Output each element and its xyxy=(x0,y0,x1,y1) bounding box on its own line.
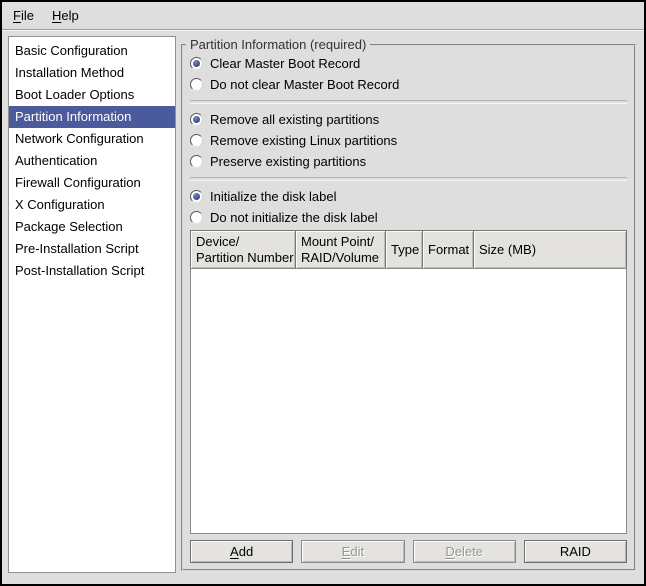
menubar-separator xyxy=(2,29,644,31)
sidebar-item-installation-method[interactable]: Installation Method xyxy=(9,62,175,84)
kickstart-configurator-window: File Help Basic Configuration Installati… xyxy=(0,0,646,586)
sidebar-item-boot-loader-options[interactable]: Boot Loader Options xyxy=(9,84,175,106)
partition-list-area[interactable] xyxy=(190,268,627,534)
delete-button[interactable]: Delete xyxy=(413,540,516,563)
radio-row-remove-all-partitions[interactable]: Remove all existing partitions xyxy=(190,109,627,130)
menu-help-label: elp xyxy=(61,8,78,23)
radio-no-initialize-disk-label-label[interactable]: Do not initialize the disk label xyxy=(210,210,378,225)
radio-row-remove-linux-partitions[interactable]: Remove existing Linux partitions xyxy=(190,130,627,151)
add-button-label: dd xyxy=(239,544,253,559)
radio-preserve-partitions-label[interactable]: Preserve existing partitions xyxy=(210,154,366,169)
raid-button-label: RAID xyxy=(560,544,591,559)
delete-button-label: elete xyxy=(455,544,483,559)
radio-preserve-partitions-icon[interactable] xyxy=(190,155,203,168)
column-header-line: RAID/Volume xyxy=(301,250,380,266)
separator xyxy=(190,177,627,181)
delete-button-mnemonic: D xyxy=(445,544,454,559)
radio-remove-all-partitions-icon[interactable] xyxy=(190,113,203,126)
column-header-mount-point-raid-volume[interactable]: Mount Point/ RAID/Volume xyxy=(295,230,386,269)
separator xyxy=(190,100,627,104)
radio-no-clear-mbr-label[interactable]: Do not clear Master Boot Record xyxy=(210,77,399,92)
radio-initialize-disk-label-label[interactable]: Initialize the disk label xyxy=(210,189,336,204)
column-header-line: Mount Point/ xyxy=(301,234,380,250)
radio-no-initialize-disk-label-icon[interactable] xyxy=(190,211,203,224)
menubar: File Help xyxy=(2,2,644,29)
category-list: Basic Configuration Installation Method … xyxy=(8,36,176,573)
radio-initialize-disk-label-icon[interactable] xyxy=(190,190,203,203)
menu-file[interactable]: File xyxy=(4,4,43,27)
sidebar-item-pre-installation-script[interactable]: Pre-Installation Script xyxy=(9,238,175,260)
radio-row-preserve-partitions[interactable]: Preserve existing partitions xyxy=(190,151,627,172)
sidebar-item-x-configuration[interactable]: X Configuration xyxy=(9,194,175,216)
menu-file-label: ile xyxy=(21,8,34,23)
radio-clear-mbr-icon[interactable] xyxy=(190,57,203,70)
radio-remove-linux-partitions-icon[interactable] xyxy=(190,134,203,147)
sidebar-item-basic-configuration[interactable]: Basic Configuration xyxy=(9,40,175,62)
column-header-device-partition-number[interactable]: Device/ Partition Number xyxy=(190,230,296,269)
edit-button-label: dit xyxy=(350,544,364,559)
add-button[interactable]: Add xyxy=(190,540,293,563)
sidebar-item-partition-information[interactable]: Partition Information xyxy=(9,106,175,128)
column-header-line: Partition Number xyxy=(196,250,290,266)
column-header-line: Size (MB) xyxy=(479,242,621,258)
button-row: Add Edit Delete RAID xyxy=(190,540,627,563)
column-header-type[interactable]: Type xyxy=(385,230,423,269)
radio-clear-mbr-label[interactable]: Clear Master Boot Record xyxy=(210,56,360,71)
radio-row-no-initialize-disk-label[interactable]: Do not initialize the disk label xyxy=(190,207,627,228)
sidebar-item-firewall-configuration[interactable]: Firewall Configuration xyxy=(9,172,175,194)
partition-table: Device/ Partition Number Mount Point/ RA… xyxy=(190,230,627,534)
radio-remove-all-partitions-label[interactable]: Remove all existing partitions xyxy=(210,112,379,127)
frame-title: Partition Information (required) xyxy=(186,37,370,52)
radio-row-initialize-disk-label[interactable]: Initialize the disk label xyxy=(190,186,627,207)
radio-remove-linux-partitions-label[interactable]: Remove existing Linux partitions xyxy=(210,133,397,148)
sidebar-item-network-configuration[interactable]: Network Configuration xyxy=(9,128,175,150)
raid-button[interactable]: RAID xyxy=(524,540,627,563)
menu-help-mnemonic: H xyxy=(52,8,61,23)
sidebar-item-post-installation-script[interactable]: Post-Installation Script xyxy=(9,260,175,282)
column-header-line: Type xyxy=(391,242,417,258)
edit-button[interactable]: Edit xyxy=(301,540,404,563)
column-header-format[interactable]: Format xyxy=(422,230,474,269)
radio-row-no-clear-mbr[interactable]: Do not clear Master Boot Record xyxy=(190,74,627,95)
partition-table-header: Device/ Partition Number Mount Point/ RA… xyxy=(190,230,627,269)
sidebar-item-authentication[interactable]: Authentication xyxy=(9,150,175,172)
add-button-mnemonic: A xyxy=(230,544,239,559)
column-header-line: Format xyxy=(428,242,468,258)
radio-row-clear-mbr[interactable]: Clear Master Boot Record xyxy=(190,53,627,74)
radio-no-clear-mbr-icon[interactable] xyxy=(190,78,203,91)
partition-information-frame: Partition Information (required) Clear M… xyxy=(181,44,636,571)
column-header-line: Device/ xyxy=(196,234,290,250)
frame-content: Clear Master Boot Record Do not clear Ma… xyxy=(183,46,634,569)
menu-file-mnemonic: F xyxy=(13,8,21,23)
column-header-size-mb[interactable]: Size (MB) xyxy=(473,230,627,269)
sidebar-item-package-selection[interactable]: Package Selection xyxy=(9,216,175,238)
menu-help[interactable]: Help xyxy=(43,4,88,27)
